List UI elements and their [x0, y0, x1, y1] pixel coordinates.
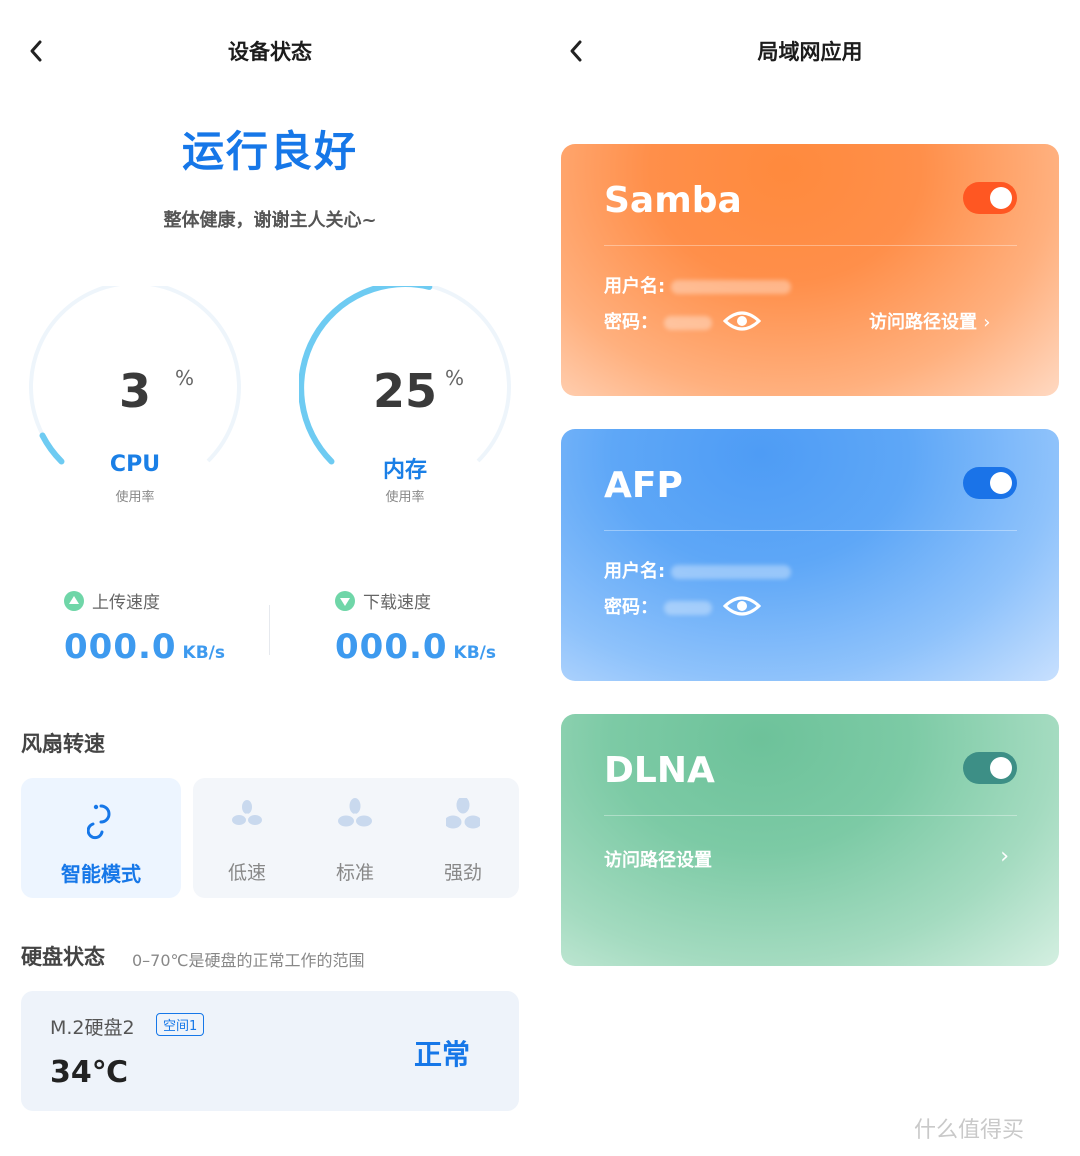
samba-password-value — [664, 316, 713, 330]
afp-username-value — [671, 565, 792, 579]
fan-option-standard[interactable]: 标准 — [305, 778, 405, 898]
samba-card: Samba 用户名: 密码： 访问路径设置 › — [561, 144, 1059, 396]
smart-mode-icon — [87, 804, 111, 840]
afp-card: AFP 用户名: 密码： — [561, 429, 1059, 681]
afp-password: 密码： — [604, 593, 713, 619]
card-divider — [604, 245, 1017, 246]
fan-option-low-label: 低速 — [227, 862, 266, 884]
disk-temperature: 34℃ — [50, 1055, 129, 1090]
fan-option-strong-label: 强劲 — [443, 862, 482, 884]
samba-username-label: 用户名: — [604, 276, 666, 297]
dlna-path-settings-link[interactable]: 访问路径设置 › — [604, 844, 1017, 872]
fan-option-low[interactable]: 低速 — [197, 778, 297, 898]
chevron-right-icon: › — [1000, 844, 1009, 869]
afp-title: AFP — [604, 465, 683, 506]
samba-path-settings-link[interactable]: 访问路径设置 › — [869, 308, 990, 334]
disk-hint: 0–70℃是硬盘的正常工作的范围 — [132, 951, 365, 970]
page-title: 设备状态 — [228, 40, 312, 64]
dlna-title: DLNA — [604, 750, 715, 791]
up-arrow-icon — [64, 590, 84, 611]
afp-toggle[interactable] — [963, 467, 1017, 499]
cpu-unit: % — [175, 366, 195, 390]
watermark: 什么值得买 — [914, 1118, 1025, 1143]
disk-status: 正常 — [414, 1038, 471, 1071]
fan-icon — [338, 798, 372, 827]
lan-apps-panel: 局域网应用 Samba 用户名: 密码： 访问路径设置 › AFP 用户名: 密… — [540, 0, 1080, 1156]
disk-name: M.2硬盘2 — [50, 1017, 135, 1039]
download-unit: KB/s — [453, 643, 497, 663]
afp-password-label: 密码： — [604, 597, 658, 618]
disk-card[interactable]: M.2硬盘2 空间1 34℃ 正常 — [21, 991, 519, 1111]
status-subtitle: 整体健康，谢谢主人关心~ — [163, 210, 377, 231]
download-label: 下载速度 — [363, 593, 431, 613]
disk-space-tag: 空间1 — [156, 1013, 205, 1036]
disk-section-title: 硬盘状态 — [21, 945, 105, 969]
fan-icon — [446, 798, 480, 829]
fan-section-title: 风扇转速 — [21, 732, 105, 756]
memory-value: 25 — [372, 364, 437, 418]
fan-option-strong[interactable]: 强劲 — [413, 778, 513, 898]
afp-password-value — [664, 601, 713, 615]
eye-icon[interactable] — [723, 594, 761, 618]
upload-value: 000.0 — [64, 627, 177, 667]
memory-label: 内存 — [382, 458, 427, 483]
cpu-sublabel: 使用率 — [115, 490, 155, 505]
eye-icon[interactable] — [723, 309, 761, 333]
download-speed: 下载速度 000.0 KB/s — [335, 588, 555, 667]
memory-unit: % — [445, 366, 465, 390]
samba-title: Samba — [604, 180, 742, 221]
afp-username-label: 用户名: — [604, 561, 666, 582]
samba-password-label: 密码： — [604, 312, 658, 333]
upload-unit: KB/s — [182, 643, 226, 663]
samba-path-settings-label: 访问路径设置 — [869, 312, 977, 333]
fan-smart-label: 智能模式 — [61, 862, 141, 886]
memory-gauge: 25 % 内存 使用率 — [299, 286, 511, 516]
device-status-panel: 设备状态 运行良好 整体健康，谢谢主人关心~ 3 % CPU 使用率 25 % … — [0, 0, 540, 1156]
fan-speed-options: 低速 标准 强劲 — [193, 778, 519, 898]
down-arrow-icon — [335, 590, 355, 611]
memory-sublabel: 使用率 — [385, 490, 425, 505]
dlna-path-settings-label: 访问路径设置 — [604, 850, 712, 871]
cpu-label: CPU — [109, 452, 161, 477]
samba-username-value — [671, 280, 792, 294]
cpu-value: 3 — [118, 364, 151, 418]
page-title: 局域网应用 — [757, 40, 863, 64]
samba-password: 密码： — [604, 308, 713, 334]
upload-label: 上传速度 — [92, 593, 160, 613]
status-title: 运行良好 — [181, 127, 358, 176]
speed-divider — [269, 605, 270, 655]
fan-smart-mode-button[interactable]: 智能模式 — [21, 778, 181, 898]
chevron-right-icon: › — [983, 312, 991, 333]
samba-username: 用户名: — [604, 272, 792, 298]
download-value: 000.0 — [335, 627, 448, 667]
card-divider — [604, 815, 1017, 816]
fan-icon — [232, 800, 262, 825]
fan-option-standard-label: 标准 — [335, 862, 374, 884]
dlna-card: DLNA 访问路径设置 › — [561, 714, 1059, 966]
card-divider — [604, 530, 1017, 531]
dlna-toggle[interactable] — [963, 752, 1017, 784]
cpu-gauge: 3 % CPU 使用率 — [29, 286, 241, 516]
samba-toggle[interactable] — [963, 182, 1017, 214]
upload-speed: 上传速度 000.0 KB/s — [64, 588, 284, 667]
afp-username: 用户名: — [604, 557, 792, 583]
